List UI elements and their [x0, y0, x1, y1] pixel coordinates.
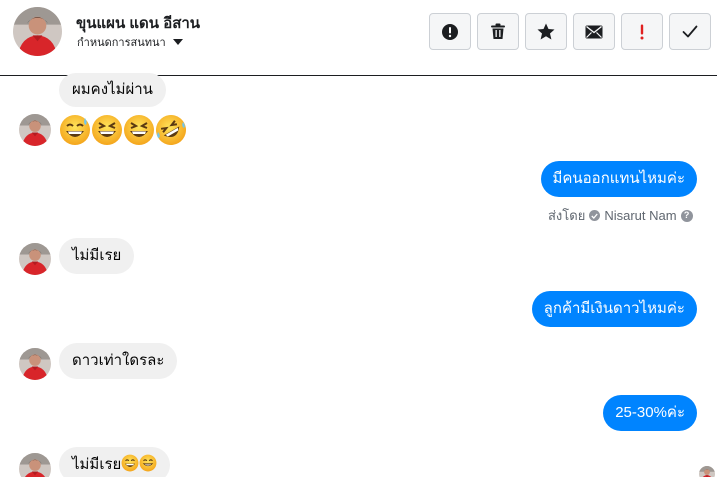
laughing-emoji-icon: [123, 114, 155, 146]
seen-avatar: [699, 466, 715, 477]
star-button[interactable]: [525, 13, 567, 50]
chevron-down-icon: [172, 39, 183, 45]
laughing-emoji-icon: [91, 114, 123, 146]
report-button[interactable]: [429, 13, 471, 50]
sent-by-label: ส่งโดย: [548, 208, 586, 223]
sender-avatar[interactable]: [19, 453, 51, 477]
message-incoming[interactable]: ไม่มีเรย: [59, 238, 135, 274]
message-text: ไม่มีเรย: [72, 456, 122, 473]
rolling-laughing-emoji-icon: [155, 114, 187, 146]
sent-by-indicator: ส่งโดย Nisarut Nam ?: [548, 205, 693, 226]
trash-icon: [491, 23, 505, 39]
message-outgoing[interactable]: 25-30%ค่ะ: [603, 395, 697, 431]
action-toolbar: [429, 13, 711, 50]
sender-avatar[interactable]: [19, 243, 51, 275]
mark-unread-button[interactable]: [573, 13, 615, 50]
conversation-header: ขุนแผน แดน อีสาน กำหนดการสนทนา: [0, 0, 717, 76]
envelope-icon: [585, 25, 603, 38]
contact-name[interactable]: ขุนแผน แดน อีสาน: [76, 11, 200, 35]
sent-by-name[interactable]: Nisarut Nam: [604, 208, 676, 223]
message-outgoing[interactable]: มีคนออกแทนไหมค่ะ: [540, 161, 697, 197]
check-circle-icon: [589, 210, 601, 221]
message-incoming[interactable]: ไม่มีเรย: [59, 447, 171, 477]
schedule-label: กำหนดการสนทนา: [77, 37, 166, 49]
alert-circle-icon: [442, 23, 458, 40]
checkmark-icon: [682, 25, 698, 38]
message-incoming[interactable]: ดาวเท่าใดรละ: [59, 343, 178, 379]
sender-avatar[interactable]: [19, 348, 51, 380]
sender-avatar[interactable]: [19, 114, 51, 146]
star-icon: [537, 23, 555, 40]
exclamation-icon: [640, 24, 644, 39]
message-incoming-emoji[interactable]: [59, 114, 187, 146]
message-incoming[interactable]: ผมคงไม่ผ่าน: [59, 73, 166, 107]
help-icon[interactable]: ?: [680, 209, 693, 222]
conversation-schedule-menu[interactable]: กำหนดการสนทนา: [77, 33, 183, 51]
grinning-sweat-emoji-icon: [121, 454, 139, 472]
spam-button[interactable]: [621, 13, 663, 50]
avatar[interactable]: [13, 7, 62, 56]
beaming-emoji-icon: [139, 454, 157, 472]
message-outgoing[interactable]: ลูกค้ามีเงินดาวไหมค่ะ: [531, 291, 697, 327]
grinning-sweat-emoji-icon: [59, 114, 91, 146]
delete-button[interactable]: [477, 13, 519, 50]
done-button[interactable]: [669, 13, 711, 50]
